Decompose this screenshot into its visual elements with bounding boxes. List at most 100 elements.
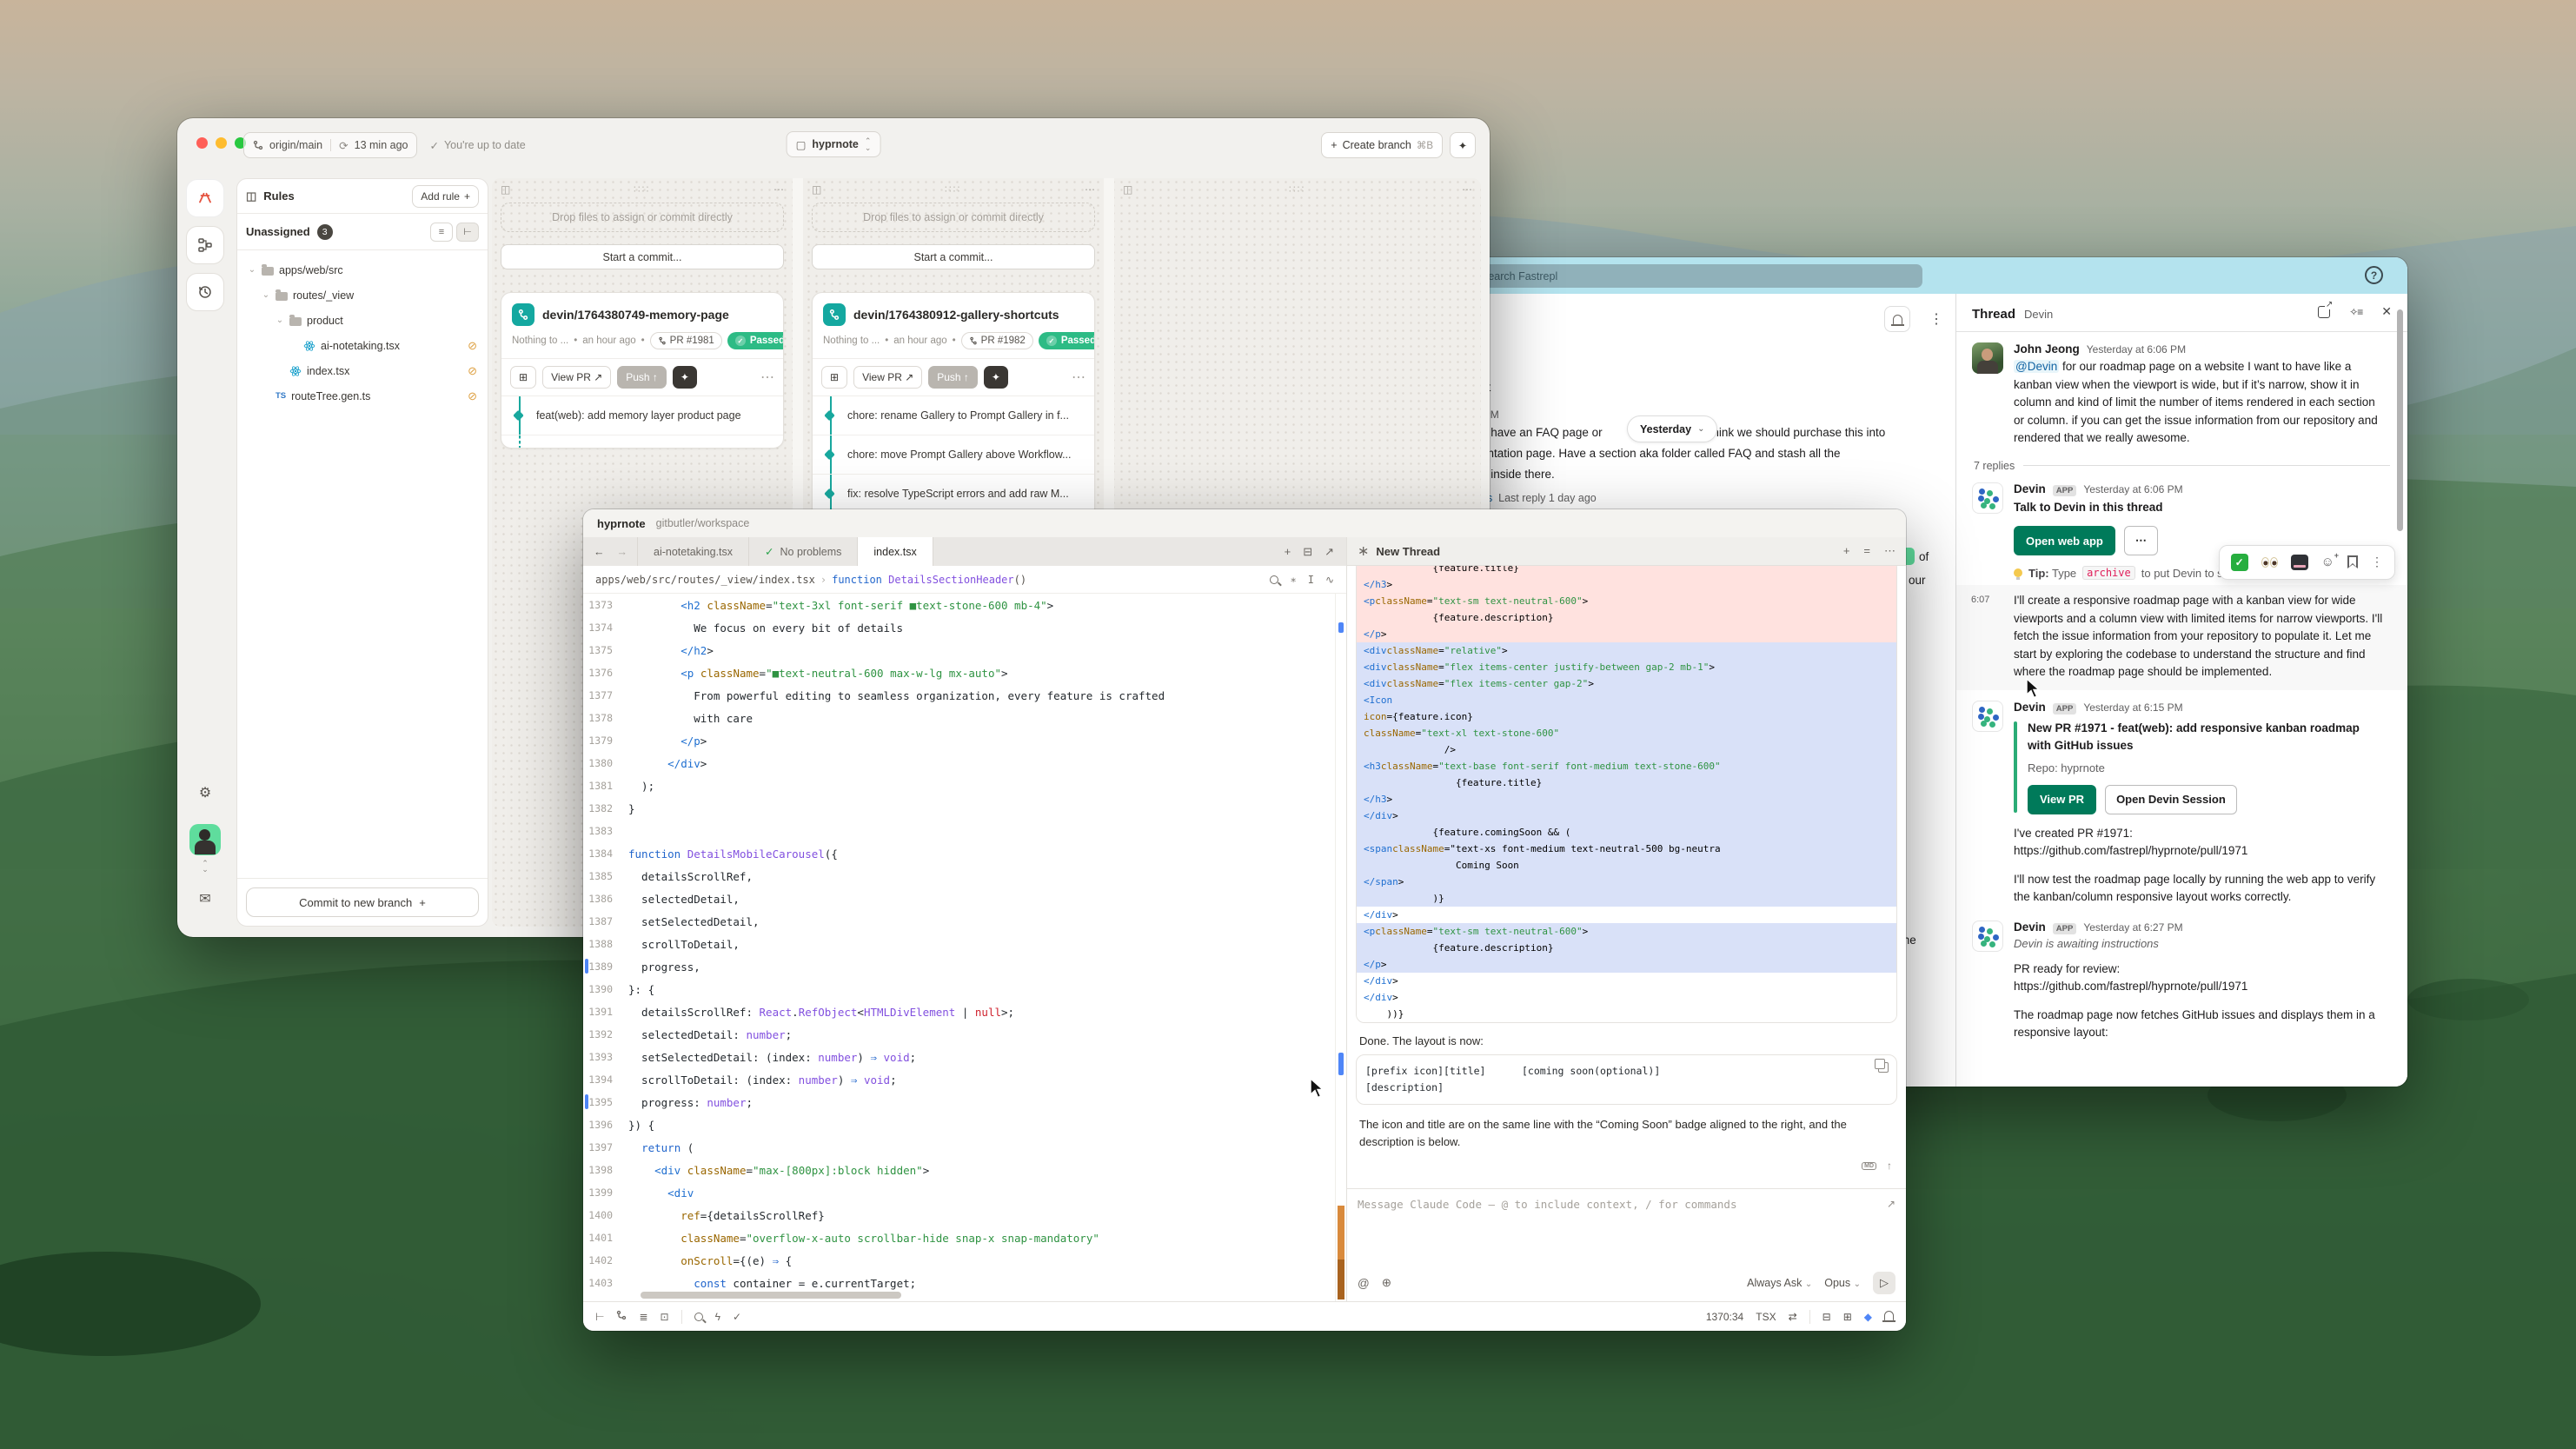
- tree-item-index.tsx[interactable]: index.tsx⊘: [242, 358, 482, 383]
- extensions-icon[interactable]: ⊞: [1843, 1311, 1852, 1323]
- feedback-button[interactable]: ✉: [186, 880, 224, 918]
- collapse-rail-control[interactable]: ⌃⌄: [202, 861, 209, 873]
- tab-size-icon[interactable]: ⇄: [1789, 1311, 1797, 1323]
- tree-item-apps-web-src[interactable]: ⌄apps/web/src: [242, 257, 482, 282]
- drag-handle[interactable]: ∷∷: [510, 183, 773, 196]
- code-line[interactable]: 1399 <div: [583, 1181, 1346, 1204]
- collapse-lane-icon[interactable]: ◫: [1123, 183, 1132, 196]
- code-line[interactable]: 1402 onScroll={(e) ⇒ {: [583, 1249, 1346, 1272]
- message-timestamp[interactable]: Yesterday at 6:27 PM: [2083, 921, 2182, 934]
- cursor-position[interactable]: 1370:34: [1706, 1311, 1743, 1323]
- lane-menu-icon[interactable]: ⋯: [773, 183, 784, 196]
- code-line[interactable]: 1374 We focus on every bit of details: [583, 616, 1346, 639]
- message-input[interactable]: [1358, 1198, 1874, 1267]
- send-button[interactable]: ▷: [1873, 1272, 1895, 1294]
- mention-icon[interactable]: @: [1358, 1277, 1370, 1290]
- thread-replies-link[interactable]: es Last reply 1 day ago: [1481, 492, 1597, 504]
- pr-link[interactable]: https://github.com/fastrepl/hyprnote/pul…: [2014, 842, 2385, 861]
- code-line[interactable]: 1382}: [583, 797, 1346, 820]
- branch-name[interactable]: devin/1764380749-memory-page: [542, 308, 729, 322]
- markdown-icon[interactable]: MD: [1862, 1162, 1876, 1170]
- devin-app-avatar[interactable]: [1972, 701, 2003, 732]
- add-rule-button[interactable]: Add rule+: [412, 185, 479, 208]
- code-line[interactable]: 1400 ref={detailsScrollRef}: [583, 1204, 1346, 1226]
- ai-commit-button[interactable]: ✦: [984, 366, 1008, 389]
- message-timestamp[interactable]: Yesterday at 6:06 PM: [2087, 343, 2186, 356]
- thread-scrollbar[interactable]: [2397, 309, 2403, 531]
- code-line[interactable]: 1401 className="overflow-x-auto scrollba…: [583, 1226, 1346, 1249]
- mention[interactable]: @Devin: [2014, 360, 2059, 373]
- add-reaction-icon[interactable]: ☺: [2321, 555, 2334, 568]
- checks-icon[interactable]: ✓: [733, 1311, 741, 1323]
- view-pr-button[interactable]: View PR ↗: [542, 366, 611, 389]
- code-line[interactable]: 1377 From powerful editing to seamless o…: [583, 684, 1346, 707]
- message-timestamp[interactable]: Yesterday at 6:06 PM: [2083, 483, 2182, 495]
- sticky-scroll-icon[interactable]: ∿: [1325, 574, 1334, 586]
- channel-more-icon[interactable]: ⋮: [1929, 310, 1943, 328]
- expand-composer-icon[interactable]: ↗: [1887, 1198, 1895, 1210]
- open-review-button[interactable]: ⊞: [821, 366, 847, 389]
- collapse-lane-icon[interactable]: ◫: [501, 183, 510, 196]
- drag-handle[interactable]: ∷∷: [821, 183, 1085, 196]
- account-icon[interactable]: ⊡: [661, 1311, 669, 1323]
- tree-item-ai-notetaking.tsx[interactable]: ai-notetaking.tsx⊘: [242, 333, 482, 358]
- settings-button[interactable]: ⚙: [186, 774, 224, 812]
- tree-item-routeTree.gen.ts[interactable]: TSrouteTree.gen.ts⊘: [242, 383, 482, 409]
- code-line[interactable]: 1384function DetailsMobileCarousel({: [583, 842, 1346, 865]
- chevron-down-icon[interactable]: ⌄: [276, 316, 284, 325]
- workspace-tab[interactable]: [186, 179, 224, 217]
- commit-row[interactable]: chore: move Prompt Gallery above Workflo…: [813, 435, 1094, 475]
- code-line[interactable]: 1378 with care: [583, 707, 1346, 729]
- save-for-later-icon[interactable]: [2347, 555, 2358, 568]
- permission-mode-select[interactable]: Always Ask ⌄: [1747, 1277, 1812, 1289]
- collapse-lane-icon[interactable]: ◫: [812, 183, 821, 196]
- branch-name[interactable]: devin/1764380912-gallery-shortcuts: [853, 308, 1059, 322]
- code-line[interactable]: 1390}: {: [583, 978, 1346, 1000]
- nav-forward-icon[interactable]: →: [617, 546, 628, 558]
- target-branch-pill[interactable]: origin/main ⟳ 13 min ago: [243, 132, 417, 158]
- account-button[interactable]: [186, 821, 224, 859]
- devin-app-avatar[interactable]: [1972, 482, 2003, 514]
- avatar[interactable]: [1972, 342, 2003, 374]
- branch-icon[interactable]: [616, 1310, 627, 1323]
- commit-row[interactable]: fix: resolve TypeScript errors and add r…: [813, 475, 1094, 514]
- pr-link[interactable]: https://github.com/fastrepl/hyprnote/pul…: [2014, 978, 2385, 996]
- open-devin-session-button[interactable]: Open Devin Session: [2105, 785, 2237, 814]
- message-more-icon[interactable]: ⋮: [2371, 555, 2383, 569]
- project-switcher[interactable]: ▢ hyprnote ⌃⌄: [787, 131, 881, 157]
- list-view-toggle[interactable]: ≡: [430, 223, 453, 242]
- tab-index-tsx[interactable]: index.tsx: [857, 537, 933, 566]
- pr-pill[interactable]: PR #1981: [650, 332, 722, 349]
- date-divider-pill[interactable]: Yesterday⌄: [1627, 415, 1717, 442]
- code-line[interactable]: 1387 setSelectedDetail,: [583, 910, 1346, 933]
- start-commit-button[interactable]: Start a commit...: [501, 244, 784, 269]
- drop-files-zone[interactable]: Drop files to assign or commit directly: [812, 203, 1095, 232]
- branch-more-icon[interactable]: ⋯: [1072, 369, 1086, 386]
- code-line[interactable]: 1393 setSelectedDetail: (index: number) …: [583, 1046, 1346, 1068]
- copilot-icon[interactable]: ◆: [1864, 1311, 1872, 1323]
- code-line[interactable]: 1376 <p className="■text-neutral-600 max…: [583, 661, 1346, 684]
- pr-pill[interactable]: PR #1982: [961, 332, 1033, 349]
- tab-problems[interactable]: ✓No problems: [748, 537, 858, 566]
- code-line[interactable]: 1398 <div className="max-[800px]:block h…: [583, 1159, 1346, 1181]
- new-thread-icon[interactable]: +: [1843, 544, 1850, 558]
- tree-item-routes-_view[interactable]: ⌄routes/_view: [242, 282, 482, 308]
- symbols-icon[interactable]: ∗: [1290, 574, 1296, 586]
- start-commit-button[interactable]: Start a commit...: [812, 244, 1095, 269]
- notifications-icon[interactable]: [1884, 1311, 1894, 1323]
- split-editor-icon[interactable]: ⊟: [1303, 545, 1312, 559]
- chevron-down-icon[interactable]: ⌄: [248, 265, 256, 275]
- ci-status-badge[interactable]: ✓Passed: [1039, 332, 1095, 349]
- editor-scrollbar[interactable]: [1335, 594, 1346, 1301]
- notifications-bell-icon[interactable]: [1884, 306, 1910, 332]
- code-line[interactable]: 1389 progress,: [583, 955, 1346, 978]
- lane-menu-icon[interactable]: ⋯: [1462, 183, 1472, 196]
- model-select[interactable]: Opus ⌄: [1824, 1277, 1861, 1289]
- copy-icon[interactable]: [1878, 1062, 1889, 1073]
- code-line[interactable]: 1395 progress: number;: [583, 1091, 1346, 1113]
- tree-item-product[interactable]: ⌄product: [242, 308, 482, 333]
- author-name[interactable]: John Jeong: [2014, 342, 2080, 356]
- code-line[interactable]: 1385 detailsScrollRef,: [583, 865, 1346, 887]
- thread-actions-icon[interactable]: ✧≡: [2349, 306, 2362, 318]
- code-line[interactable]: 1388 scrollToDetail,: [583, 933, 1346, 955]
